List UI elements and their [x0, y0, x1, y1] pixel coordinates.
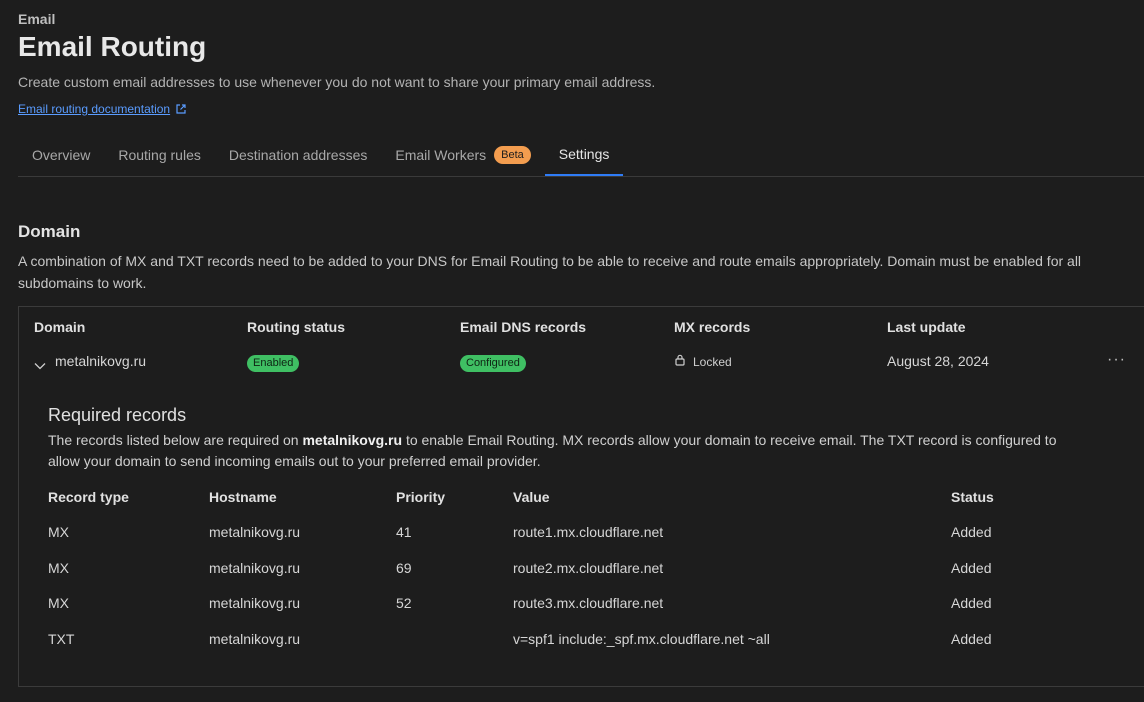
domain-panel: Domain Routing status Email DNS records … — [18, 306, 1144, 687]
column-header-priority: Priority — [396, 489, 446, 505]
record-value: v=spf1 include:_spf.mx.cloudflare.net ~a… — [513, 631, 770, 647]
column-header-routing-status: Routing status — [247, 319, 345, 335]
email-routing-page: Email Email Routing Create custom email … — [0, 0, 1144, 702]
record-status: Added — [951, 524, 992, 540]
record-priority: 69 — [396, 560, 412, 576]
chevron-down-icon[interactable] — [34, 357, 46, 375]
documentation-link-label: Email routing documentation — [18, 102, 171, 116]
required-records-title: Required records — [48, 405, 187, 425]
record-type: TXT — [48, 631, 75, 647]
beta-badge: Beta — [494, 146, 531, 164]
column-header-mx-records: MX records — [674, 319, 751, 335]
tab-overview[interactable]: Overview — [18, 134, 104, 176]
record-type: MX — [48, 595, 69, 611]
tab-label: Routing rules — [118, 147, 201, 163]
record-status: Added — [951, 595, 992, 611]
column-header-last-update: Last update — [887, 319, 966, 335]
tab-label: Settings — [558, 146, 610, 162]
record-priority: 52 — [396, 595, 412, 611]
record-type: MX — [48, 524, 69, 540]
domain-section-description: A combination of MX and TXT records need… — [18, 253, 1082, 291]
tab-bar: Overview Routing rules Destination addre… — [18, 134, 1144, 177]
tab-routing-rules[interactable]: Routing rules — [104, 134, 215, 176]
tab-label: Overview — [32, 147, 91, 163]
required-records-description: The records listed below are required on… — [48, 430, 1058, 472]
page-subtitle: Create custom email addresses to use whe… — [18, 74, 656, 90]
tab-destination-addresses[interactable]: Destination addresses — [215, 134, 382, 176]
column-header-status: Status — [951, 489, 994, 505]
record-type: MX — [48, 560, 69, 576]
mx-records-label: Locked — [693, 354, 732, 369]
tab-label: Email Workers — [395, 147, 487, 163]
desc-prefix: The records listed below are required on — [48, 432, 303, 448]
mx-records-status: Locked — [675, 354, 732, 369]
record-hostname: metalnikovg.ru — [209, 524, 301, 540]
column-header-domain: Domain — [34, 319, 86, 335]
record-hostname: metalnikovg.ru — [209, 595, 301, 611]
tab-settings[interactable]: Settings — [544, 134, 624, 176]
record-value: route2.mx.cloudflare.net — [513, 560, 664, 576]
domain-name: metalnikovg.ru — [55, 353, 147, 369]
record-status: Added — [951, 560, 992, 576]
lock-icon — [675, 354, 685, 369]
external-link-icon — [176, 104, 186, 114]
record-hostname: metalnikovg.ru — [209, 560, 301, 576]
more-horizontal-icon[interactable]: ··· — [1107, 351, 1126, 369]
record-value: route1.mx.cloudflare.net — [513, 524, 664, 540]
record-hostname: metalnikovg.ru — [209, 631, 301, 647]
page-title: Email Routing — [18, 31, 207, 62]
documentation-link[interactable]: Email routing documentation — [18, 102, 186, 116]
domain-section-title: Domain — [18, 222, 81, 241]
desc-domain: metalnikovg.ru — [302, 432, 403, 448]
tab-label: Destination addresses — [228, 147, 368, 163]
dns-records-badge: Configured — [460, 355, 526, 372]
column-header-dns-records: Email DNS records — [460, 319, 587, 335]
breadcrumb: Email — [18, 11, 56, 27]
routing-status-badge: Enabled — [247, 355, 300, 372]
column-header-hostname: Hostname — [209, 489, 277, 505]
record-status: Added — [951, 631, 992, 647]
tab-email-workers[interactable]: Email Workers Beta — [381, 134, 544, 176]
record-value: route3.mx.cloudflare.net — [513, 595, 664, 611]
record-priority: 41 — [396, 524, 412, 540]
last-update-date: August 28, 2024 — [887, 353, 989, 369]
column-header-record-type: Record type — [48, 489, 129, 505]
column-header-value: Value — [513, 489, 550, 505]
